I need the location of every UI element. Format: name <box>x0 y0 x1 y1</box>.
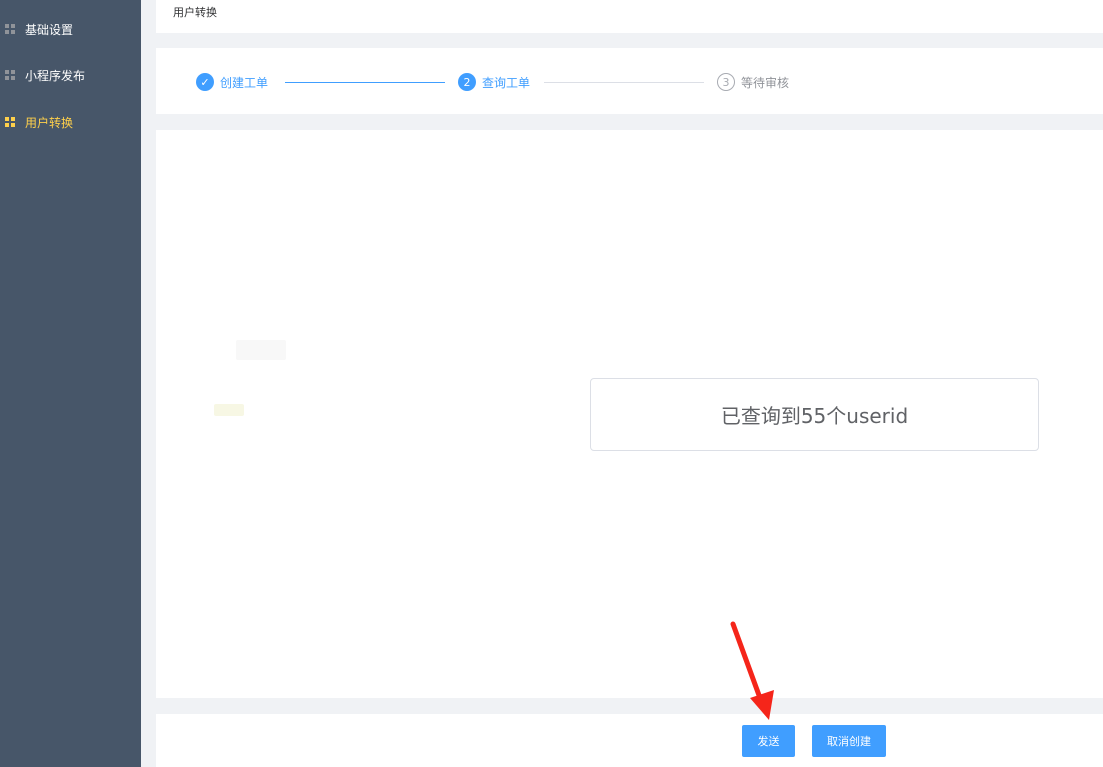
sidebar-item-user-conversion[interactable]: 用户转换 <box>0 107 141 137</box>
step-number: 3 <box>717 73 735 91</box>
grid-icon <box>5 117 15 127</box>
check-icon: ✓ <box>196 73 214 91</box>
query-result-box: 已查询到55个userid <box>590 378 1039 451</box>
step-query-ticket: 2 查询工单 <box>458 73 530 91</box>
footer-panel: 发送 取消创建 <box>156 714 1103 767</box>
sidebar: 基础设置 小程序发布 用户转换 <box>0 0 141 767</box>
sidebar-item-basic-settings[interactable]: 基础设置 <box>0 14 141 44</box>
blurred-mark <box>236 340 286 360</box>
header-panel: 用户转换 <box>156 0 1103 33</box>
step-create-ticket: ✓ 创建工单 <box>196 73 268 91</box>
content-panel: 已查询到55个userid <box>156 130 1103 698</box>
grid-icon <box>5 70 15 80</box>
step-label: 查询工单 <box>482 75 531 90</box>
sidebar-item-label: 基础设置 <box>25 22 74 37</box>
step-connector <box>544 82 704 83</box>
step-label: 创建工单 <box>220 75 269 90</box>
cancel-create-button[interactable]: 取消创建 <box>812 725 886 757</box>
grid-icon <box>5 24 15 34</box>
sidebar-item-label: 小程序发布 <box>25 68 86 83</box>
step-connector <box>285 82 445 83</box>
blurred-mark <box>214 404 244 416</box>
page-title: 用户转换 <box>173 6 217 19</box>
step-number: 2 <box>458 73 476 91</box>
step-label: 等待审核 <box>741 75 790 90</box>
query-result-text: 已查询到55个userid <box>720 404 909 428</box>
sidebar-item-miniprogram-publish[interactable]: 小程序发布 <box>0 60 141 90</box>
send-button[interactable]: 发送 <box>742 725 795 757</box>
steps-panel: ✓ 创建工单 2 查询工单 3 等待审核 <box>156 48 1103 114</box>
sidebar-item-label: 用户转换 <box>25 115 74 130</box>
step-await-review: 3 等待审核 <box>717 73 789 91</box>
